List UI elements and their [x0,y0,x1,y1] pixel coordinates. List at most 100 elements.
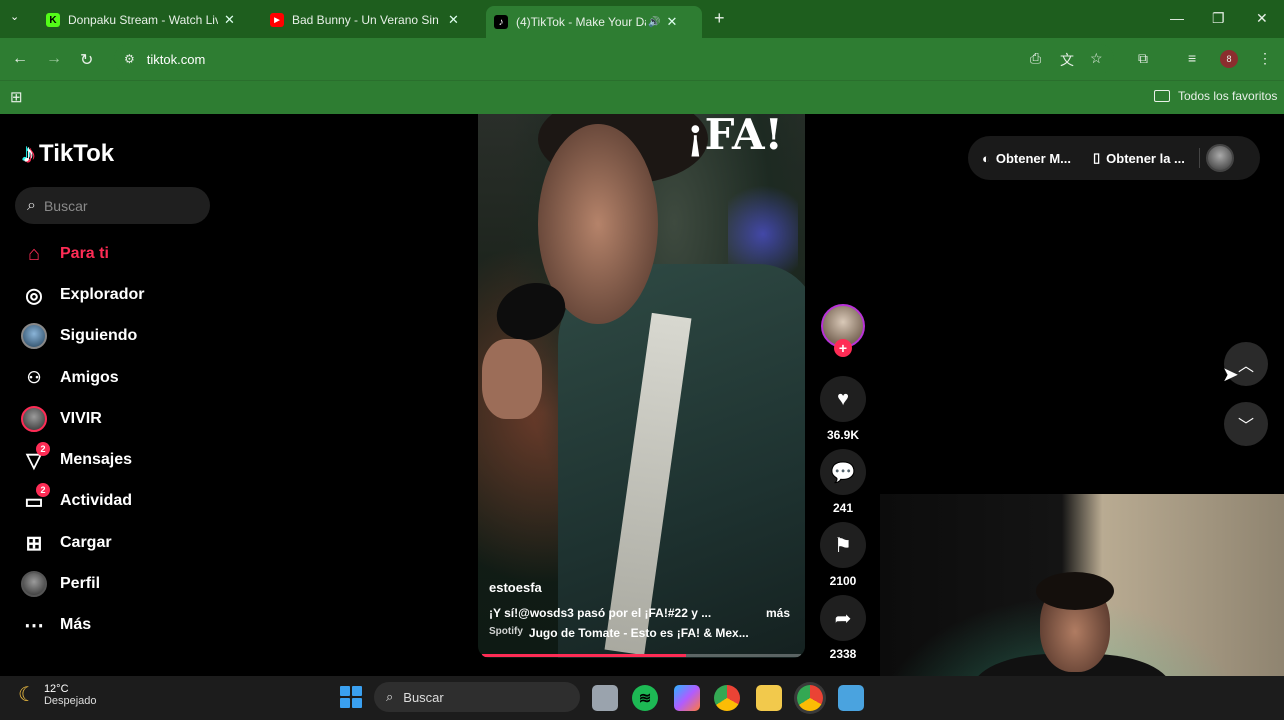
sidebar-item-label: Actividad [60,492,133,509]
sidebar-item-label: Para ti [60,245,109,262]
get-coins-label: Obtener M... [995,150,1071,166]
close-icon[interactable]: ✕ [666,14,677,30]
chrome-icon[interactable] [714,685,740,711]
phone-icon: ▯ [1092,150,1101,165]
video-progress-bar[interactable] [482,654,801,657]
taskbar-search-label: Buscar [403,689,444,705]
menu-dots-icon[interactable]: ⋮ [1258,50,1272,67]
sidebar-item-label: VIVIR [60,410,102,427]
windows-start-icon[interactable] [340,686,362,708]
chevron-down-icon: ﹀ [1237,418,1254,435]
video-player[interactable]: ¡FA! estoesfa ¡Y sí!@wosds3 pasó por el … [478,114,805,658]
bookmark-icon: ⚑ [820,522,866,568]
browser-tab-bar: ⌄ K Donpaku Stream - Watch Live o ✕ ▶ Ba… [0,0,1284,38]
restore-icon[interactable]: ❐ [1212,10,1225,27]
extensions-icon[interactable]: ⧉ [1138,50,1148,67]
get-app-label: Obtener la ... [1106,150,1185,166]
reload-icon[interactable]: ↻ [80,50,93,70]
new-tab-button[interactable]: + [714,8,725,29]
media-control-icon[interactable]: ≡ [1188,50,1196,66]
windows-taskbar: ☾ 12°C Despejado ⌕ Buscar ≋ [0,676,1284,720]
search-icon: ⌕ [386,689,394,704]
bookmark-star-icon[interactable]: ☆ [1090,50,1103,67]
profile-avatar[interactable]: 8 [1220,50,1238,68]
sidebar-item-para-ti[interactable]: ⌂ Para ti [20,240,109,268]
profile-icon [20,570,48,598]
install-icon[interactable]: ⎙ [1030,50,1041,67]
sidebar-item-label: Explorador [60,286,145,303]
sidebar-item-siguiendo[interactable]: Siguiendo [20,322,137,350]
save-button[interactable]: ⚑ 2100 [820,522,866,588]
chrome-active-icon[interactable] [797,685,823,711]
all-bookmarks[interactable]: Todos los favoritos [1154,89,1277,103]
close-icon[interactable]: ✕ [448,12,459,28]
copilot-icon[interactable] [674,685,700,711]
video-author[interactable]: estoesfa [489,580,542,595]
tab-tiktok[interactable]: ♪ (4)TikTok - Make Your Day 🔊 ✕ [486,6,702,38]
like-button[interactable]: ♥ 36.9K [820,376,866,442]
task-view-icon[interactable] [592,685,618,711]
get-app-button[interactable]: ▯ Obtener la ... [1093,150,1185,166]
user-avatar[interactable] [1205,144,1234,172]
share-button[interactable]: ➦ 2338 [820,595,866,661]
top-right-bar: ◐ Obtener M... ▯ Obtener la ... [968,136,1260,180]
audio-icon[interactable]: 🔊 [648,17,660,28]
more-icon: ⋯ [24,614,44,637]
sidebar-item-label: Cargar [60,534,112,551]
save-count: 2100 [829,574,857,588]
tab-donpaku[interactable]: K Donpaku Stream - Watch Live o ✕ [38,6,243,34]
compass-icon: ◎ [25,284,43,307]
address-bar[interactable]: ⚙ tiktok.com [114,44,1114,74]
tab-search-icon[interactable]: ⌄ [10,10,19,23]
tab-title: Bad Bunny - Un Verano Sin Ti A [292,13,442,27]
follow-plus-icon[interactable]: + [834,339,852,357]
upload-icon: ⊞ [25,532,43,555]
share-count: 2338 [829,647,857,661]
messages-icon: ▽ 2 [20,442,50,474]
sidebar-item-explorador[interactable]: ◎ Explorador [20,281,144,309]
minimize-icon[interactable]: — [1170,10,1184,26]
spotify-icon[interactable]: ≋ [632,685,658,711]
site-info-icon[interactable]: ⚙ [124,52,135,66]
get-coins-button[interactable]: ◐ Obtener M... [982,151,1071,166]
sidebar-item-mensajes[interactable]: ▽ 2 Mensajes [20,442,132,474]
apps-grid-icon[interactable]: ⊞ [10,88,23,106]
sidebar-item-actividad[interactable]: ▭ 2 Actividad [20,483,133,515]
more-link[interactable]: más [766,606,790,620]
following-avatar-icon [20,322,48,350]
video-caption: ¡Y sí!@wosds3 pasó por el ¡FA!#22 y ... … [489,606,790,620]
sidebar-item-cargar[interactable]: ⊞ Cargar [20,529,112,557]
tiktok-icon: ♪ [494,15,508,29]
close-window-icon[interactable]: ✕ [1256,10,1268,27]
next-video-button[interactable]: ﹀ [1224,402,1268,446]
search-input[interactable]: ⌕ Buscar [15,187,210,224]
app-icon[interactable] [838,685,864,711]
weather-widget[interactable]: ☾ 12°C Despejado [18,682,97,707]
spotify-label: Spotify [489,626,523,637]
comment-count: 241 [832,501,854,515]
coin-icon: ◐ [982,150,990,166]
kick-icon: K [46,13,60,27]
file-explorer-icon[interactable] [756,685,782,711]
search-placeholder: Buscar [43,197,88,214]
taskbar-search[interactable]: ⌕ Buscar [374,682,580,712]
back-icon[interactable]: ← [12,50,28,68]
messages-badge: 2 [36,442,50,456]
sidebar-item-perfil[interactable]: Perfil [20,570,100,598]
sidebar-item-vivir[interactable]: VIVIR [20,405,102,433]
video-music[interactable]: Spotify Jugo de Tomate - Esto es ¡FA! & … [489,626,789,640]
tiktok-logo[interactable]: ♪ TikTok [22,138,114,169]
tab-bad-bunny[interactable]: ▶ Bad Bunny - Un Verano Sin Ti A ✕ [262,6,467,34]
like-count: 36.9K [826,428,860,442]
temperature: 12°C [43,682,69,695]
forward-icon[interactable]: → [46,50,62,68]
sidebar-item-amigos[interactable]: ⚇ Amigos [20,364,119,392]
sidebar-item-label: Perfil [60,575,101,592]
sidebar-item-label: Siguiendo [60,327,138,344]
video-progress-fill [482,654,687,657]
divider [1198,148,1200,168]
comment-button[interactable]: 💬 241 [820,449,866,515]
sidebar-item-mas[interactable]: ⋯ Más [20,611,91,639]
translate-icon[interactable]: 文 [1060,50,1074,70]
close-icon[interactable]: ✕ [224,12,235,28]
